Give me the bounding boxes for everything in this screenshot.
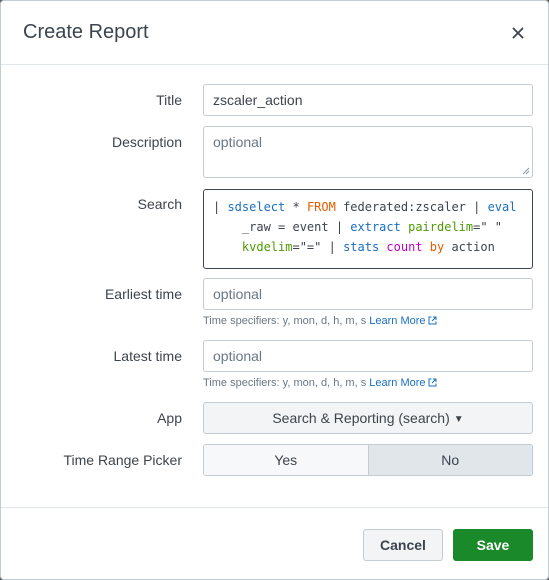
earliest-time-label: Earliest time: [104, 286, 182, 302]
search-editor[interactable]: | sdselect * FROM federated:zscaler | ev…: [203, 189, 533, 269]
earliest-time-help-text: Time specifiers: y, mon, d, h, m, s: [203, 315, 367, 327]
title-label: Title: [156, 92, 182, 108]
search-token: sdselect: [227, 200, 286, 214]
search-token: =" ": [473, 220, 503, 234]
search-label: Search: [137, 196, 182, 212]
search-token: federated:zscaler |: [335, 200, 488, 214]
search-line-2: _raw = event | extract pairdelim=" ": [213, 217, 523, 237]
save-button[interactable]: Save: [453, 529, 533, 561]
latest-time-learn-more-link[interactable]: Learn More: [369, 377, 437, 389]
search-token: by: [429, 240, 445, 254]
learn-more-label: Learn More: [369, 377, 426, 389]
time-range-picker-yes[interactable]: Yes: [204, 445, 368, 475]
time-range-picker-label: Time Range Picker: [63, 452, 182, 468]
earliest-time-help: Time specifiers: y, mon, d, h, m, s Lear…: [203, 315, 437, 327]
title-input[interactable]: zscaler_action: [203, 84, 533, 116]
earliest-time-learn-more-link[interactable]: Learn More: [369, 315, 437, 327]
resize-handle-icon[interactable]: [522, 167, 530, 175]
search-token: _raw = event |: [213, 220, 351, 234]
search-token: [423, 240, 430, 254]
search-token: *: [285, 200, 307, 214]
search-token: count: [386, 240, 423, 254]
search-token: kvdelim: [241, 240, 293, 254]
app-select-value: Search & Reporting (search): [272, 410, 450, 426]
description-placeholder: optional: [213, 134, 263, 150]
search-token: action: [444, 240, 495, 254]
search-token: [401, 220, 408, 234]
app-label: App: [157, 410, 182, 426]
search-line-1: | sdselect * FROM federated:zscaler | ev…: [213, 197, 523, 217]
create-report-dialog: Create Report Title zscaler_action Descr…: [0, 0, 549, 580]
caret-down-icon: ▼: [453, 414, 464, 425]
time-range-picker-toggle: Yes No: [203, 444, 533, 476]
earliest-time-input[interactable]: optional: [203, 278, 533, 310]
search-token: FROM: [306, 200, 336, 214]
latest-time-help: Time specifiers: y, mon, d, h, m, s Lear…: [203, 377, 437, 389]
search-token: stats: [343, 240, 380, 254]
search-token: [213, 240, 242, 254]
search-token: |: [213, 200, 228, 214]
app-select[interactable]: Search & Reporting (search) ▼: [203, 402, 533, 434]
description-textarea[interactable]: optional: [203, 126, 533, 178]
external-link-icon: [428, 378, 437, 387]
learn-more-label: Learn More: [369, 315, 426, 327]
search-token: ="=" |: [292, 240, 344, 254]
search-line-3: kvdelim="=" | stats count by action: [213, 237, 523, 257]
latest-time-input[interactable]: optional: [203, 340, 533, 372]
dialog-footer: Cancel Save: [1, 507, 548, 579]
external-link-icon: [428, 316, 437, 325]
time-range-picker-no[interactable]: No: [367, 445, 532, 475]
dialog-title: Create Report: [23, 21, 149, 43]
close-icon[interactable]: [510, 25, 526, 41]
cancel-button[interactable]: Cancel: [363, 529, 443, 561]
search-token: pairdelim: [408, 220, 474, 234]
latest-time-help-text: Time specifiers: y, mon, d, h, m, s: [203, 377, 367, 389]
latest-time-label: Latest time: [113, 348, 182, 364]
dialog-header: Create Report: [1, 1, 548, 65]
search-token: eval: [487, 200, 517, 214]
description-label: Description: [111, 134, 182, 150]
search-token: extract: [350, 220, 401, 234]
